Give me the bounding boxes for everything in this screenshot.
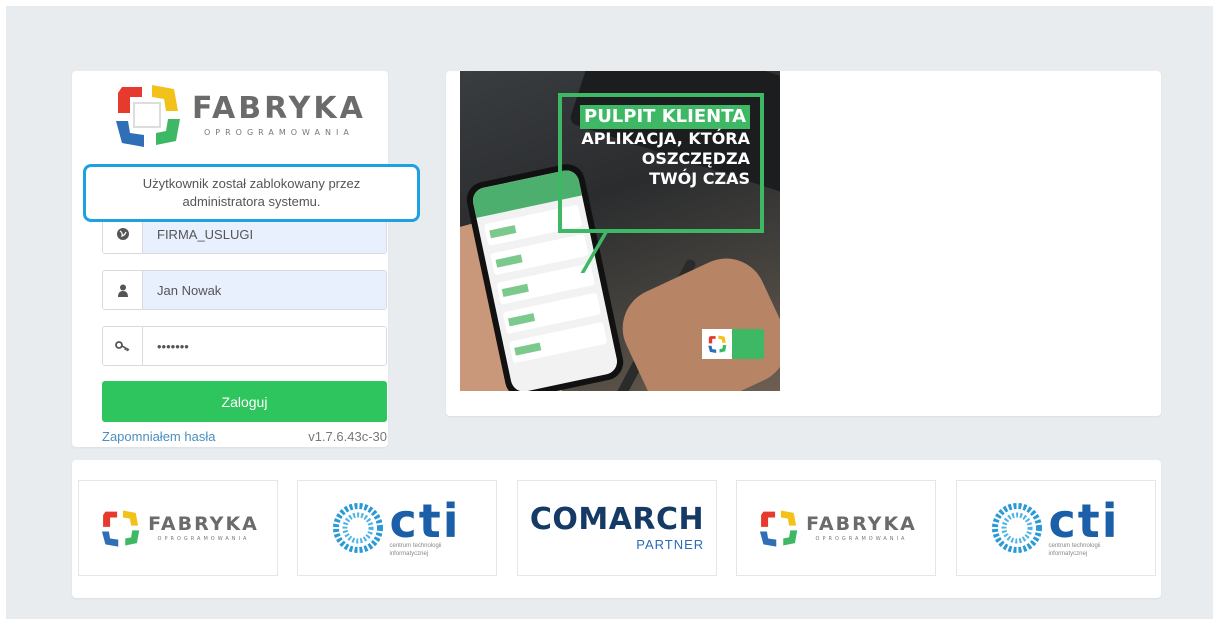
fabryka-mark-icon	[702, 329, 732, 359]
partner-logo-fabryka[interactable]: FABRYKA OPROGRAMOWANIA	[78, 480, 278, 576]
fabryka-mark-icon	[102, 510, 140, 547]
key-icon	[103, 327, 143, 365]
promo-line: APLIKACJA, KTÓRA	[581, 129, 750, 148]
cti-mark-icon	[333, 503, 384, 553]
partner-logo-cti[interactable]: cti centrum technologii informatycznej	[956, 480, 1156, 576]
username-input[interactable]	[143, 271, 386, 309]
logo-word: FABRYKA	[806, 512, 917, 535]
logo-subtitle: OPROGRAMOWANIA	[157, 535, 250, 542]
fabryka-mark-icon	[760, 510, 798, 547]
fabryka-mark-icon	[116, 85, 180, 147]
username-field	[102, 270, 387, 310]
version-label: v1.7.6.43c-30	[308, 429, 387, 444]
blocked-user-alert: Użytkownik został zablokowany przez admi…	[83, 164, 420, 222]
login-button[interactable]: Zaloguj	[102, 381, 387, 422]
logo-subtitle: OPROGRAMOWANIA	[815, 535, 908, 542]
comarch-subtitle: PARTNER	[636, 536, 705, 552]
user-icon	[103, 271, 143, 309]
password-field	[102, 326, 387, 366]
promo-line: TWÓJ CZAS	[649, 169, 750, 188]
fabryka-logo: FABRYKA OPROGRAMOWANIA	[108, 79, 366, 151]
logo-subtitle: OPROGRAMOWANIA	[203, 127, 354, 137]
promo-card: PULPIT KLIENTA APLIKACJA, KTÓRA OSZCZĘDZ…	[446, 71, 1161, 416]
promo-badge	[702, 329, 764, 359]
promo-callout: PULPIT KLIENTA APLIKACJA, KTÓRA OSZCZĘDZ…	[558, 93, 764, 273]
password-input[interactable]	[143, 327, 386, 365]
partner-logo-comarch[interactable]: COMARCH PARTNER	[517, 480, 717, 576]
promo-banner[interactable]: PULPIT KLIENTA APLIKACJA, KTÓRA OSZCZĘDZ…	[460, 71, 780, 391]
cti-word: cti	[389, 494, 461, 548]
login-card: FABRYKA OPROGRAMOWANIA Użytkownik został…	[72, 71, 420, 447]
promo-line: OSZCZĘDZA	[641, 149, 750, 168]
cti-mark-icon	[992, 503, 1043, 553]
logo-word: FABRYKA	[192, 90, 366, 126]
comarch-word: COMARCH	[529, 501, 705, 537]
partner-logo-cti[interactable]: cti centrum technologii informatycznej	[297, 480, 497, 576]
cti-word: cti	[1048, 494, 1120, 548]
partners-card: FABRYKA OPROGRAMOWANIA cti centrum techn…	[72, 460, 1161, 598]
logo-word: FABRYKA	[148, 512, 259, 535]
forgot-password-link[interactable]: Zapomniałem hasła	[102, 429, 215, 444]
partner-logo-fabryka[interactable]: FABRYKA OPROGRAMOWANIA	[736, 480, 936, 576]
promo-title: PULPIT KLIENTA	[580, 105, 750, 129]
